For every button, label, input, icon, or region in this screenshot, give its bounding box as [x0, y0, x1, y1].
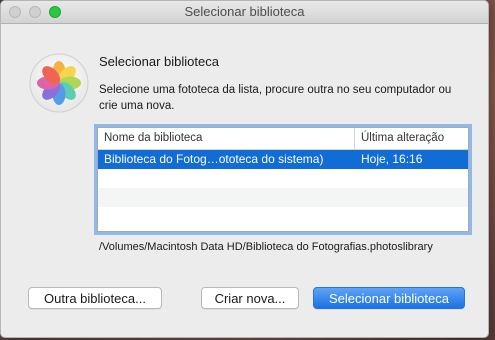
library-path: /Volumes/Macintosh Data HD/Biblioteca do…: [99, 241, 433, 253]
empty-row: [98, 188, 468, 207]
empty-row: [98, 207, 468, 226]
dialog-description: Selecione uma fototeca da lista, procure…: [99, 84, 452, 112]
photos-icon: [29, 53, 89, 113]
dialog-heading: Selecionar biblioteca: [99, 54, 219, 69]
window-title: Selecionar biblioteca: [184, 4, 305, 19]
column-header-name[interactable]: Nome da biblioteca: [98, 128, 355, 149]
window-controls: [9, 6, 61, 18]
table-row[interactable]: Biblioteca do Fotog…ototeca do sistema) …: [98, 150, 468, 169]
library-name-cell: Biblioteca do Fotog…ototeca do sistema): [104, 152, 324, 166]
dialog-window: Selecionar biblioteca Selecionar bibliot…: [0, 0, 489, 338]
empty-row: [98, 169, 468, 188]
library-modified-cell: Hoje, 16:16: [361, 152, 423, 166]
other-library-button[interactable]: Outra biblioteca...: [28, 287, 162, 309]
table-header: Nome da biblioteca Última alteração: [98, 128, 468, 150]
zoom-button[interactable]: [49, 6, 61, 18]
select-library-button[interactable]: Selecionar biblioteca: [313, 287, 465, 309]
close-button[interactable]: [9, 6, 21, 18]
title-bar[interactable]: Selecionar biblioteca: [1, 1, 488, 24]
column-header-modified[interactable]: Última alteração: [355, 128, 468, 149]
create-new-button[interactable]: Criar nova...: [201, 287, 299, 309]
library-table[interactable]: Nome da biblioteca Última alteração Bibl…: [97, 127, 469, 232]
minimize-button[interactable]: [29, 6, 41, 18]
